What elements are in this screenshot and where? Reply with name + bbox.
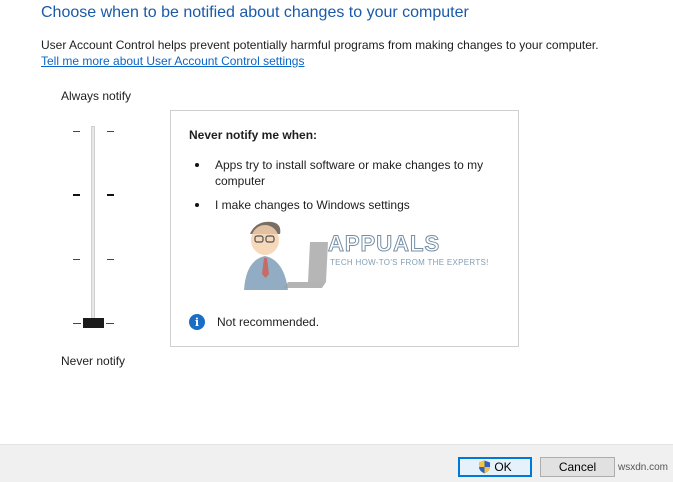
- list-item: Apps try to install software or make cha…: [189, 157, 505, 189]
- slider-tick-left: [73, 323, 81, 324]
- slider-tick-right: [106, 323, 114, 324]
- slider-tick-right: [107, 194, 114, 196]
- slider-thumb[interactable]: [83, 318, 104, 328]
- ok-button-label: OK: [494, 460, 512, 474]
- slider-tick-left: [73, 131, 80, 132]
- cancel-button[interactable]: Cancel: [540, 457, 615, 477]
- slider-top-label: Always notify: [61, 89, 132, 103]
- info-icon: i: [189, 314, 205, 330]
- level-description-panel: Never notify me when: Apps try to instal…: [170, 110, 519, 347]
- uac-description: User Account Control helps prevent poten…: [41, 38, 599, 52]
- slider-tick-right: [107, 131, 114, 132]
- list-item: I make changes to Windows settings: [189, 197, 505, 213]
- uac-shield-icon: [479, 460, 491, 474]
- notice-text: Not recommended.: [217, 315, 320, 329]
- slider-tick-left: [73, 259, 80, 260]
- ok-button[interactable]: OK: [458, 457, 532, 477]
- slider-tick-left: [73, 194, 80, 196]
- cancel-button-label: Cancel: [558, 460, 597, 474]
- slider-bottom-label: Never notify: [61, 354, 126, 368]
- recommendation-notice: i Not recommended.: [189, 313, 319, 331]
- panel-heading: Never notify me when:: [189, 128, 318, 142]
- notification-level-slider[interactable]: [60, 120, 130, 335]
- slider-track[interactable]: [91, 126, 95, 326]
- bullet-list: Apps try to install software or make cha…: [189, 157, 505, 213]
- learn-more-link[interactable]: Tell me more about User Account Control …: [41, 54, 304, 68]
- slider-tick-right: [107, 259, 114, 260]
- credit-watermark: wsxdn.com: [618, 462, 669, 473]
- page-title: Choose when to be notified about changes…: [41, 4, 469, 21]
